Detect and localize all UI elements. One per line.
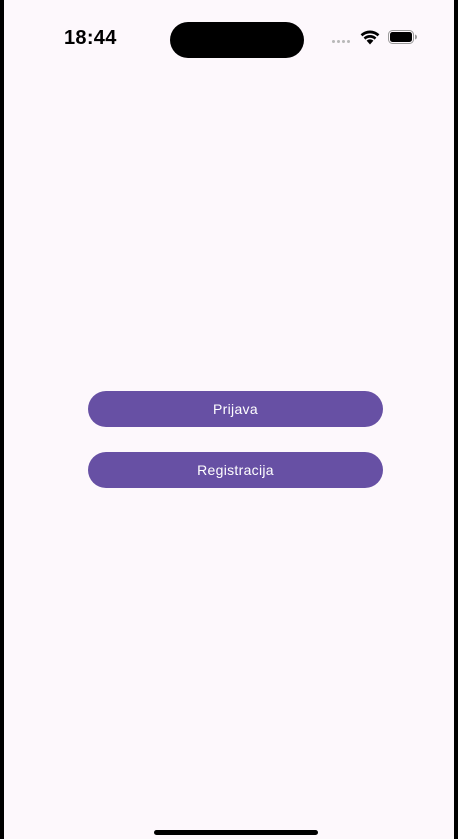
wifi-icon	[360, 30, 380, 45]
phone-frame: 18:44 Prijava Registracija	[0, 0, 458, 839]
dynamic-island	[170, 22, 304, 58]
app-screen: 18:44 Prijava Registracija	[4, 0, 454, 839]
login-button[interactable]: Prijava	[88, 391, 383, 427]
status-icons	[332, 26, 418, 48]
register-button[interactable]: Registracija	[88, 452, 383, 488]
home-indicator[interactable]	[154, 830, 318, 835]
signal-dots-icon	[332, 32, 352, 43]
status-bar: 18:44	[4, 0, 454, 80]
battery-icon	[388, 30, 417, 44]
status-time: 18:44	[64, 27, 117, 49]
